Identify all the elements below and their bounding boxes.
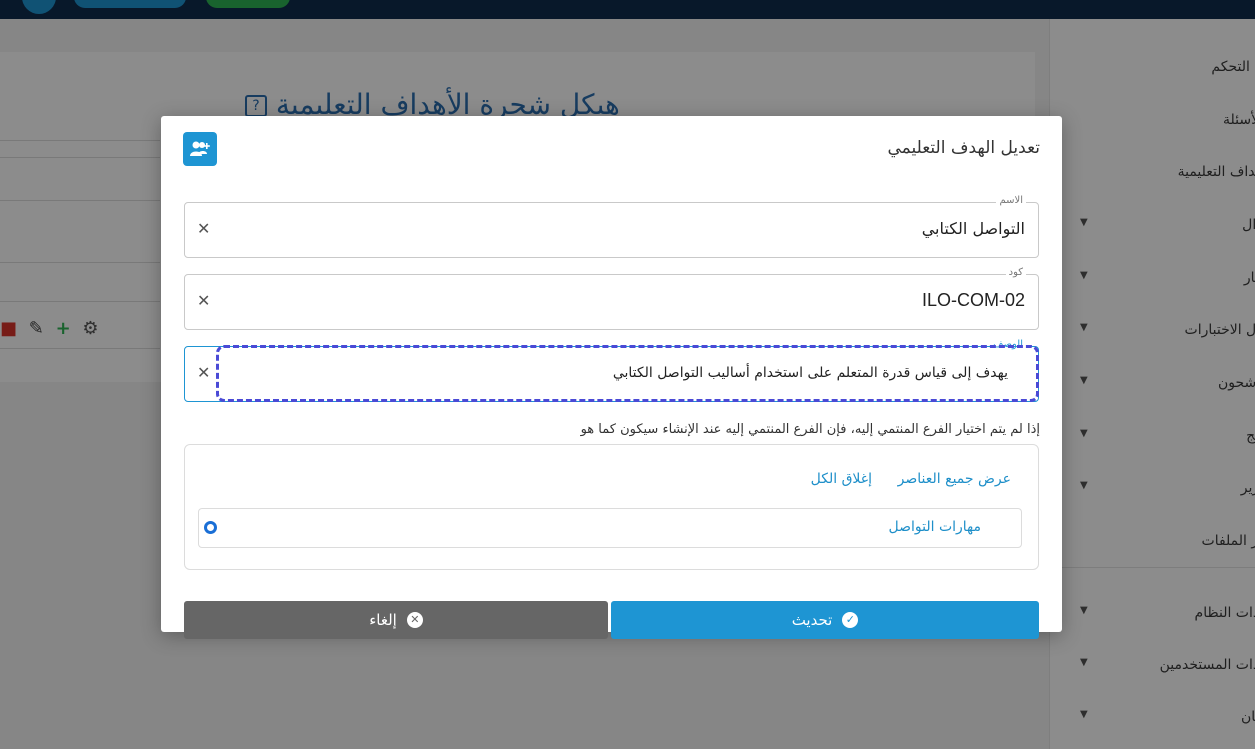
name-field-value: التواصل الكتابي bbox=[921, 219, 1025, 238]
update-button[interactable]: ✓ تحديث bbox=[611, 601, 1039, 639]
update-button-label: تحديث bbox=[791, 611, 833, 629]
close-circle-icon: ✕ bbox=[406, 612, 423, 628]
code-field[interactable]: كود ILO-COM-02 ✕ bbox=[184, 267, 1039, 330]
clear-icon[interactable]: ✕ bbox=[197, 363, 210, 382]
check-circle-icon: ✓ bbox=[842, 612, 859, 628]
expand-all-link[interactable]: عرض جميع العناصر bbox=[898, 471, 1011, 487]
cancel-button-label: إلغاء bbox=[369, 611, 397, 629]
focus-highlight bbox=[216, 345, 1039, 402]
dialog-title: تعديل الهدف التعليمي bbox=[887, 138, 1040, 158]
collapse-all-link[interactable]: إغلاق الكل bbox=[811, 471, 872, 487]
clear-icon[interactable]: ✕ bbox=[197, 219, 210, 238]
tree-node[interactable]: مهارات التواصل bbox=[198, 508, 1022, 548]
clear-icon[interactable]: ✕ bbox=[197, 291, 210, 310]
code-field-value: ILO-COM-02 bbox=[921, 290, 1025, 310]
name-field[interactable]: الاسم التواصل الكتابي ✕ bbox=[184, 195, 1039, 258]
name-field-label: الاسم bbox=[996, 195, 1026, 206]
tree-node-radio[interactable] bbox=[204, 521, 217, 534]
edit-objective-dialog: تعديل الهدف التعليمي الاسم التواصل الكتا… bbox=[161, 116, 1062, 639]
parent-tree: عرض جميع العناصر إغلاق الكل مهارات التوا… bbox=[184, 444, 1039, 570]
user-plus-icon bbox=[190, 141, 210, 156]
add-user-button[interactable] bbox=[183, 132, 217, 166]
cancel-button[interactable]: ✕ إلغاء bbox=[184, 601, 608, 639]
tree-node-label: مهارات التواصل bbox=[888, 519, 982, 535]
parent-branch-note: إذا لم يتم اختيار الفرع المنتمي إليه، فإ… bbox=[580, 422, 1040, 437]
code-field-label: كود bbox=[1005, 267, 1026, 278]
